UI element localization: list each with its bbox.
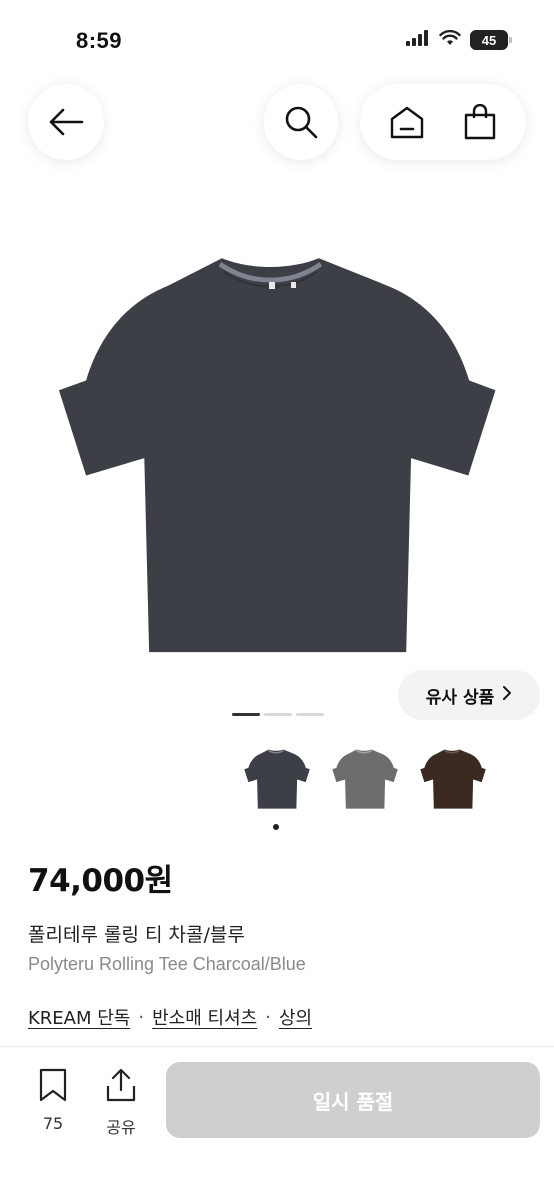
status-icons: 45 <box>406 29 512 50</box>
tag-link[interactable]: KREAM 단독 <box>28 1004 130 1030</box>
status-time: 8:59 <box>76 28 123 53</box>
home-icon[interactable] <box>387 102 427 142</box>
tag-link[interactable]: 상의 <box>279 1004 312 1030</box>
status-bar: 8:59 45 <box>0 0 554 80</box>
product-name-korean: 폴리테루 롤링 티 차콜/블루 <box>28 924 245 946</box>
tag-link[interactable]: 반소매 티셔츠 <box>152 1004 257 1030</box>
color-option-gray[interactable] <box>332 745 398 813</box>
tag-separator: · <box>265 1006 271 1028</box>
soldout-button[interactable]: 일시 품절 <box>166 1062 540 1138</box>
shopping-bag-icon[interactable] <box>460 102 500 142</box>
back-button[interactable] <box>28 84 104 160</box>
search-icon <box>281 102 321 142</box>
tshirt-illustration <box>58 258 496 653</box>
share-button[interactable]: 공유 <box>96 1068 146 1138</box>
selected-color-indicator <box>273 824 279 830</box>
color-option-brown[interactable] <box>420 745 486 813</box>
battery-icon: 45 <box>470 30 512 50</box>
back-arrow-icon <box>46 102 86 142</box>
chevron-right-icon <box>502 685 512 706</box>
tshirt-charcoal-icon <box>244 749 310 809</box>
tshirt-brown-icon <box>420 749 486 809</box>
product-price: 74,000원 <box>28 863 173 899</box>
pager-bar <box>296 713 324 716</box>
battery-level: 45 <box>481 32 497 48</box>
share-icon <box>104 1068 138 1106</box>
color-options <box>244 745 486 813</box>
share-label: 공유 <box>106 1118 136 1137</box>
product-image[interactable] <box>40 230 514 690</box>
signal-icon <box>406 30 430 50</box>
similar-products-label: 유사 상품 <box>425 687 495 708</box>
bookmark-icon <box>38 1068 68 1106</box>
product-name-english: Polyteru Rolling Tee Charcoal/Blue <box>28 954 306 974</box>
bookmark-button[interactable]: 75 <box>28 1068 78 1133</box>
color-option-charcoal[interactable] <box>244 745 310 813</box>
tshirt-gray-icon <box>332 749 398 809</box>
pager-bar <box>264 713 292 716</box>
image-pager <box>232 713 324 716</box>
divider <box>0 1046 554 1047</box>
bookmark-count: 75 <box>42 1114 64 1133</box>
search-button[interactable] <box>264 84 338 160</box>
category-tags: KREAM 단독 · 반소매 티셔츠 · 상의 <box>28 1004 312 1030</box>
pager-bar <box>232 713 260 716</box>
tag-separator: · <box>138 1006 145 1028</box>
similar-products-button[interactable]: 유사 상품 <box>398 670 540 720</box>
wifi-icon <box>439 29 461 50</box>
home-cart-group <box>360 84 526 160</box>
